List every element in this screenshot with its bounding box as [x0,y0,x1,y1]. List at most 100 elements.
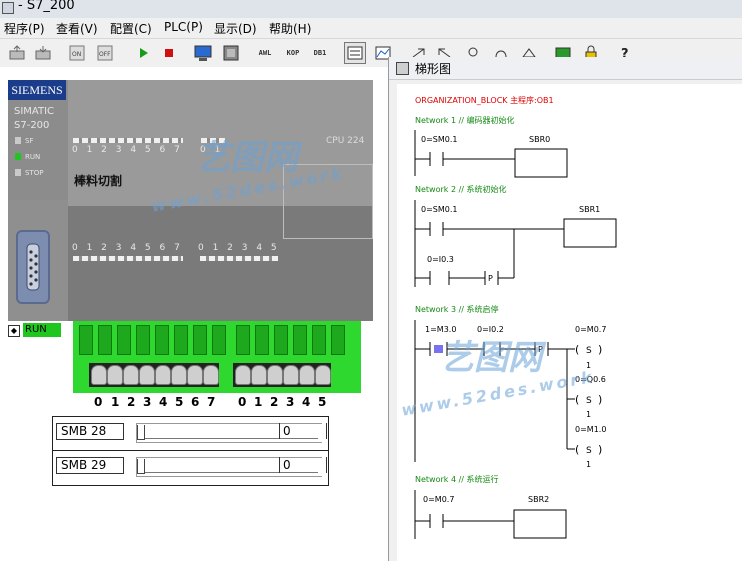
input-switch-9[interactable] [255,325,269,355]
run-play-icon[interactable] [132,42,154,64]
smb29-row: SMB 29 0 [53,451,328,485]
smb28-row: SMB 28 0 [53,417,328,451]
terminal-screw [315,365,331,385]
n2-contact2-label: 0=I0.3 [427,255,454,264]
input-switch-10[interactable] [274,325,288,355]
ladder-svg: ORGANIZATION_BLOCK 主程序:OB1 Network 1 // … [414,95,617,539]
n3-coil1-type[interactable]: S [586,346,592,356]
terminal-screw [235,365,251,385]
input-switch-1[interactable] [98,325,112,355]
n3-contact1-active[interactable] [434,345,443,353]
input-switch-module [73,321,361,393]
n2-contact1-label: 0=SM0.1 [421,205,458,214]
stop-led [15,169,21,176]
network-1-title: Network 1 // 编码器初始化 [415,115,515,125]
ladder-view-icon[interactable] [344,42,366,64]
menu-display[interactable]: 显示(D) [214,20,257,37]
smb29-slider-thumb[interactable] [137,459,145,474]
menu-plc[interactable]: PLC(P) [164,20,203,34]
diamond-icon: ◆ [8,325,20,337]
terminal-block-b [233,363,331,387]
network-3-title: Network 3 // 系统启停 [415,304,499,314]
n1-subroutine-box[interactable] [514,148,568,178]
ladder-window-title: 梯形图 [415,62,452,76]
input-switch-2[interactable] [117,325,131,355]
n2-subroutine-box[interactable] [563,218,617,248]
menu-help[interactable]: 帮助(H) [269,20,311,37]
smb28-value: 0 [279,423,327,439]
stop-icon[interactable] [158,42,180,64]
terminal-screw [123,365,139,385]
awl-button[interactable]: AWL [254,42,276,64]
input-switch-13[interactable] [331,325,345,355]
load-icon[interactable] [6,42,28,64]
output-digits-b: 0 1 2 3 4 5 [198,243,280,253]
menu-bar: 程序(P) 查看(V) 配置(C) PLC(P) 显示(D) 帮助(H) [0,18,742,39]
n2-pulse-label: P [488,274,493,283]
run-status: RUN [23,323,61,337]
input-switch-3[interactable] [136,325,150,355]
run-led [15,153,21,160]
title-bar: - S7_200 [0,0,742,18]
terminal-screw [139,365,155,385]
input-switch-6[interactable] [193,325,207,355]
coil-close-bracket: ) [598,393,602,406]
switch-label-8: 0 [238,395,247,409]
serial-port-connector [16,230,50,304]
input-switch-7[interactable] [212,325,226,355]
n3-coil2-name: 0=Q0.6 [575,375,606,384]
kop-button[interactable]: KOP [282,42,304,64]
inputs-on-icon[interactable]: ON [66,42,88,64]
smb29-value: 0 [279,457,327,473]
coil-open-bracket: ( [575,443,579,456]
n3-coil2-count: 1 [586,410,591,419]
terminal-screw [299,365,315,385]
input-switch-4[interactable] [155,325,169,355]
switch-label-7: 7 [207,395,216,409]
n2-box-label: SBR1 [579,205,600,214]
input-switch-11[interactable] [293,325,307,355]
db1-button[interactable]: DB1 [309,42,331,64]
menu-program[interactable]: 程序(P) [4,20,45,37]
app-icon [2,2,14,14]
plc-unit: SIEMENS SIMATIC S7-200 SF RUN STOP 0 1 2… [8,80,373,321]
n4-contact-label: 0=M0.7 [423,495,454,504]
network-2-title: Network 2 // 系统初始化 [415,184,507,194]
cpu-icon[interactable] [220,42,242,64]
n4-subroutine-box[interactable] [513,509,567,539]
output-led-strip-b [200,256,278,261]
input-switch-5[interactable] [174,325,188,355]
terminal-screw [251,365,267,385]
sf-led-label: SF [25,137,34,145]
org-block-title: ORGANIZATION_BLOCK 主程序:OB1 [415,95,554,105]
run-led-label: RUN [25,153,41,161]
terminal-block-a [89,363,219,387]
coil-close-bracket: ) [598,443,602,456]
switch-label-4: 4 [159,395,168,409]
input-led-strip-b [201,138,225,143]
window-title: - S7_200 [18,0,75,13]
n3-coil2-type[interactable]: S [586,396,592,406]
network-4-title: Network 4 // 系统运行 [415,474,499,484]
n3-coil3-type[interactable]: S [586,446,592,456]
input-digits-b: 0 1 [200,145,224,155]
switch-label-3: 3 [143,395,152,409]
smb28-slider-thumb[interactable] [137,425,145,440]
switch-label-13: 5 [318,395,327,409]
terminal-screw [283,365,299,385]
unload-icon[interactable] [32,42,54,64]
input-switch-12[interactable] [312,325,326,355]
ladder-window-caption: 梯形图 [389,57,742,80]
project-label: 棒料切割 [74,174,123,188]
switch-label-5: 5 [175,395,184,409]
inputs-off-icon[interactable]: OFF [94,42,116,64]
coil-close-bracket: ) [598,343,602,356]
input-switch-8[interactable] [236,325,250,355]
n1-box-label: SBR0 [529,135,550,144]
menu-config[interactable]: 配置(C) [110,20,152,37]
input-switch-0[interactable] [79,325,93,355]
plc-simulator-area: SIEMENS SIMATIC S7-200 SF RUN STOP 0 1 2… [0,67,388,561]
smb29-label: SMB 29 [56,457,124,474]
monitor-icon[interactable] [192,42,214,64]
menu-view[interactable]: 查看(V) [56,20,98,37]
